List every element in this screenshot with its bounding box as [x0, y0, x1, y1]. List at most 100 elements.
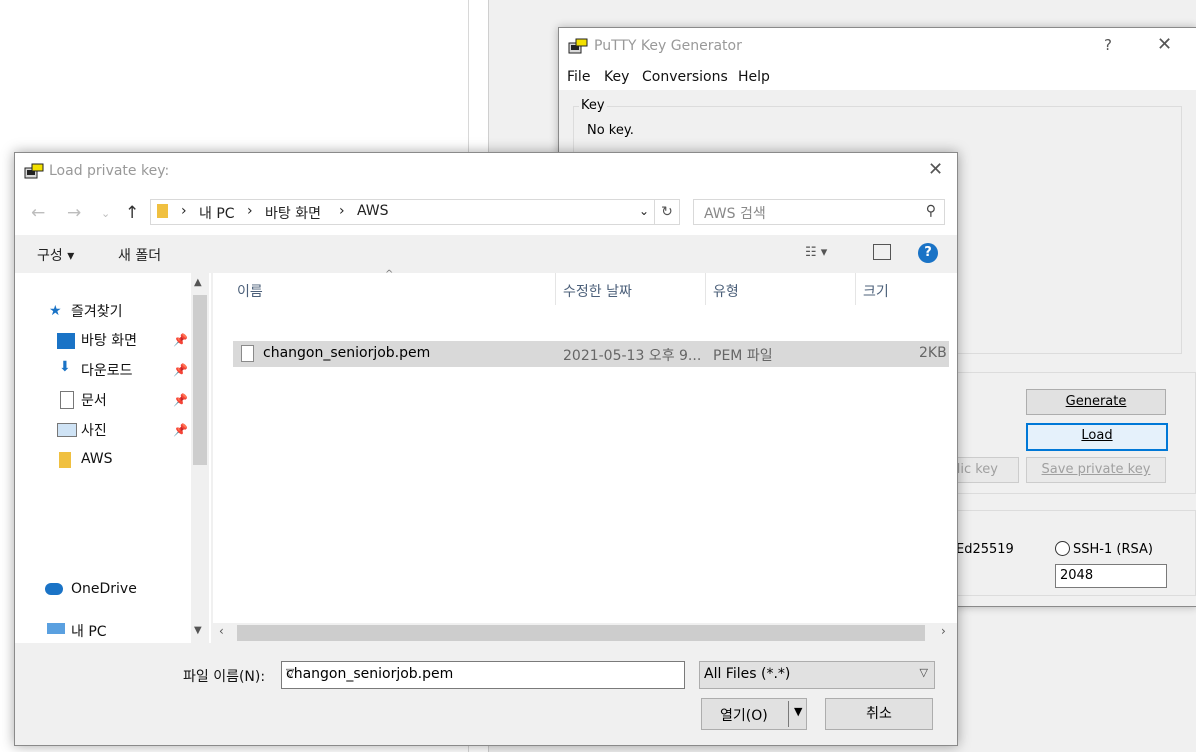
- dialog-footer: 파일 이름(N): changon_seniorjob.pem ▽ All Fi…: [15, 643, 957, 745]
- putty-titlebar: PuTTY Key Generator ? ✕: [559, 28, 1196, 66]
- filetype-select[interactable]: All Files (*.*) ▽: [699, 661, 935, 689]
- onedrive-icon: [45, 583, 63, 595]
- help-icon[interactable]: ?: [918, 243, 938, 263]
- horizontal-scrollbar[interactable]: ‹ ›: [213, 623, 957, 643]
- breadcrumb-desktop[interactable]: 바탕 화면: [265, 203, 321, 223]
- column-header-type[interactable]: 유형: [713, 281, 739, 301]
- no-key-text: No key.: [587, 123, 634, 138]
- split-button-divider: [788, 701, 789, 727]
- scroll-left-icon[interactable]: ‹: [219, 624, 224, 638]
- breadcrumb-separator-icon: ›: [181, 203, 187, 219]
- column-header-size[interactable]: 크기: [863, 281, 889, 301]
- scrollbar-thumb[interactable]: [193, 295, 207, 465]
- address-bar[interactable]: › 내 PC › 바탕 화면 › AWS ⌄: [150, 199, 655, 225]
- column-divider[interactable]: [855, 273, 856, 305]
- cancel-button[interactable]: 취소: [825, 698, 933, 730]
- view-options-icon[interactable]: ☷ ▾: [805, 245, 827, 260]
- ssh1-radio[interactable]: [1055, 541, 1070, 556]
- file-icon: [241, 345, 254, 362]
- new-folder-button[interactable]: 새 폴더: [118, 245, 161, 265]
- nav-item-documents[interactable]: 문서: [81, 390, 107, 410]
- refresh-icon[interactable]: ↻: [655, 199, 680, 225]
- folder-icon: [59, 452, 71, 468]
- menu-file[interactable]: File: [567, 69, 590, 85]
- save-private-key-button[interactable]: Save private key: [1026, 457, 1166, 483]
- nav-item-onedrive[interactable]: OneDrive: [71, 581, 137, 597]
- file-name: changon_seniorjob.pem: [263, 345, 431, 361]
- breadcrumb-aws[interactable]: AWS: [357, 203, 389, 219]
- dialog-titlebar: Load private key: ✕: [15, 153, 957, 191]
- menu-key[interactable]: Key: [604, 69, 629, 85]
- up-arrow-icon[interactable]: ↑: [125, 203, 139, 223]
- key-group-label: Key: [579, 98, 607, 113]
- quick-access-item[interactable]: 즐겨찾기: [71, 301, 123, 321]
- command-bar: 구성 ▾ 새 폴더 ☷ ▾ ?: [15, 235, 957, 273]
- breadcrumb-this-pc[interactable]: 내 PC: [199, 203, 235, 223]
- search-icon: ⚲: [925, 203, 936, 219]
- dialog-title: Load private key:: [49, 163, 170, 179]
- quick-access-star-icon: ★: [49, 303, 62, 319]
- close-icon[interactable]: ✕: [928, 159, 943, 180]
- filename-input[interactable]: changon_seniorjob.pem ▽: [281, 661, 685, 689]
- sort-ascending-icon: ^: [385, 269, 394, 280]
- nav-item-downloads[interactable]: 다운로드: [81, 360, 133, 380]
- organize-menu[interactable]: 구성 ▾: [37, 245, 74, 265]
- pin-icon: 📌: [173, 393, 188, 407]
- load-button[interactable]: Load: [1026, 423, 1168, 451]
- putty-app-icon: [568, 38, 588, 54]
- nav-item-this-pc[interactable]: 내 PC: [71, 621, 107, 641]
- column-divider[interactable]: [555, 273, 556, 305]
- desktop-icon: [57, 333, 75, 349]
- column-divider[interactable]: [705, 273, 706, 305]
- search-box[interactable]: AWS 검색 ⚲: [693, 199, 945, 225]
- nav-item-aws[interactable]: AWS: [81, 451, 113, 467]
- key-bits-value: 2048: [1060, 568, 1094, 583]
- filetype-value: All Files (*.*): [704, 666, 791, 682]
- file-modified: 2021-05-13 오후 9...: [563, 348, 702, 364]
- scroll-up-icon[interactable]: ▲: [194, 277, 202, 288]
- key-bits-field[interactable]: 2048: [1055, 564, 1167, 588]
- column-header-modified[interactable]: 수정한 날짜: [563, 281, 632, 301]
- back-arrow-icon[interactable]: ←: [31, 203, 45, 223]
- scroll-down-icon[interactable]: ▼: [194, 625, 202, 636]
- nav-item-pictures[interactable]: 사진: [81, 420, 107, 440]
- open-button-label: 열기(O): [720, 708, 768, 724]
- forward-arrow-icon[interactable]: →: [67, 203, 81, 223]
- pin-icon: 📌: [173, 333, 188, 347]
- column-header-name[interactable]: 이름: [237, 281, 263, 301]
- scroll-right-icon[interactable]: ›: [941, 624, 946, 638]
- ed25519-radio-label[interactable]: Ed25519: [956, 542, 1014, 557]
- chevron-down-icon[interactable]: ▽: [286, 666, 678, 679]
- documents-icon: [60, 391, 74, 409]
- preview-pane-icon[interactable]: [873, 244, 891, 260]
- recent-locations-chevron-icon[interactable]: ⌄: [101, 207, 110, 220]
- pin-icon: 📌: [173, 423, 188, 437]
- file-size: 2KB: [919, 345, 947, 361]
- filename-label: 파일 이름(N):: [183, 669, 266, 685]
- menu-conversions[interactable]: Conversions: [642, 69, 728, 85]
- navigation-bar: ← → ⌄ ↑ › 내 PC › 바탕 화면 › AWS ⌄ ↻ AWS 검색 …: [15, 191, 957, 235]
- navigation-scrollbar[interactable]: ▲ ▼: [191, 273, 209, 643]
- file-list-pane: 이름 ^ 수정한 날짜 유형 크기 changon_seniorjob.pem …: [213, 269, 957, 643]
- downloads-icon: ⬇: [59, 359, 71, 375]
- open-button[interactable]: 열기(O) ▼: [701, 698, 807, 730]
- load-private-key-dialog: Load private key: ✕ ← → ⌄ ↑ › 내 PC › 바탕 …: [14, 152, 958, 746]
- search-placeholder: AWS 검색: [704, 206, 766, 222]
- pin-icon: 📌: [173, 363, 188, 377]
- ssh1-radio-label[interactable]: SSH-1 (RSA): [1073, 542, 1153, 557]
- menu-help[interactable]: Help: [738, 69, 770, 85]
- folder-icon: [157, 204, 168, 218]
- generate-button[interactable]: Generate: [1026, 389, 1166, 415]
- table-row[interactable]: changon_seniorjob.pem 2021-05-13 오후 9...…: [233, 341, 949, 367]
- open-dropdown-icon[interactable]: ▼: [794, 705, 802, 718]
- close-icon[interactable]: ✕: [1157, 34, 1172, 55]
- putty-menubar: File Key Conversions Help: [559, 66, 1196, 90]
- scrollbar-thumb[interactable]: [237, 625, 925, 641]
- address-dropdown-chevron-icon[interactable]: ⌄: [639, 204, 649, 218]
- nav-item-desktop[interactable]: 바탕 화면: [81, 330, 137, 350]
- breadcrumb-separator-icon: ›: [247, 203, 253, 219]
- pictures-icon: [57, 423, 77, 437]
- putty-app-icon: [24, 163, 44, 179]
- help-button[interactable]: ?: [1104, 36, 1112, 54]
- chevron-down-icon: ▽: [919, 666, 928, 679]
